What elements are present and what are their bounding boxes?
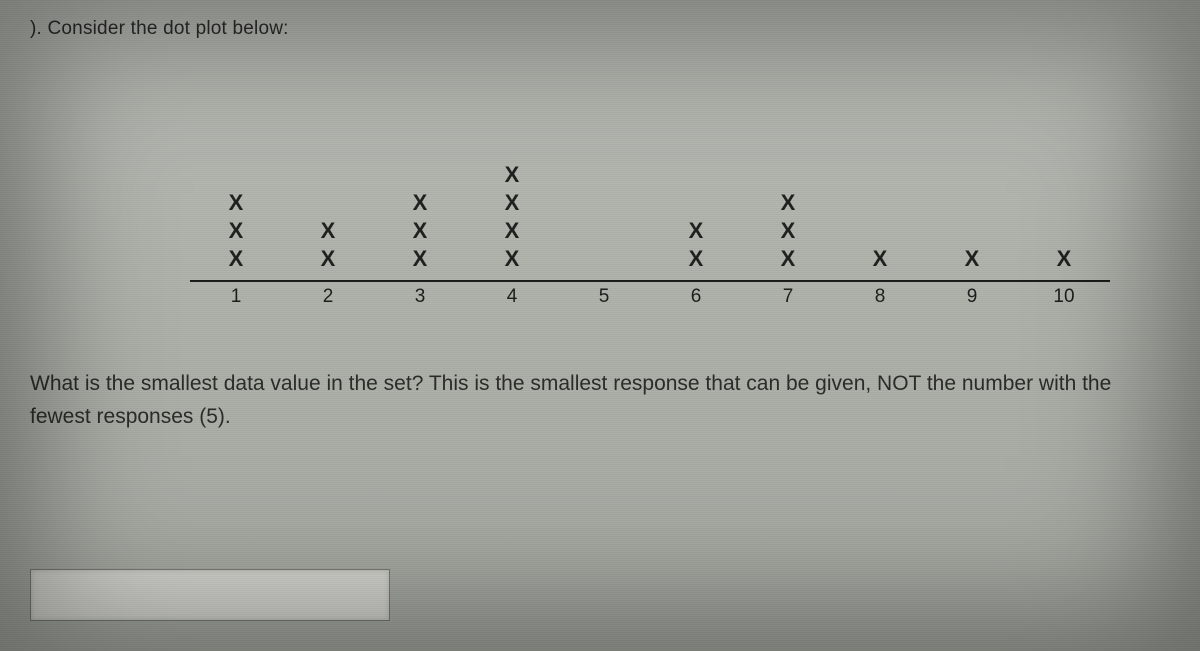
dot-plot-column: XX [650, 220, 742, 270]
dot-plot-column: XX [282, 220, 374, 270]
axis-tick-label: 3 [374, 286, 466, 308]
dot-mark: X [781, 220, 796, 242]
dot-mark: X [1057, 248, 1072, 270]
dot-plot-column: X [834, 248, 926, 270]
dot-plot-ticks: 12345678910 [190, 286, 1110, 308]
dot-plot-column: XXXX [466, 164, 558, 270]
dot-mark: X [781, 248, 796, 270]
axis-tick-label: 4 [466, 286, 558, 308]
dot-mark: X [321, 248, 336, 270]
dot-mark: X [229, 220, 244, 242]
dot-plot-column: XXX [190, 192, 282, 270]
axis-tick-label: 9 [926, 286, 1018, 308]
dot-mark: X [965, 248, 980, 270]
dot-mark: X [505, 192, 520, 214]
axis-tick-label: 8 [834, 286, 926, 308]
dot-mark: X [413, 220, 428, 242]
axis-tick-label: 1 [190, 286, 282, 308]
dot-plot-column: X [926, 248, 1018, 270]
dot-mark: X [505, 220, 520, 242]
dot-mark: X [413, 248, 428, 270]
dot-mark: X [781, 192, 796, 214]
prompt-text: ). Consider the dot plot below: [30, 18, 1170, 40]
dot-plot-column: XXX [742, 192, 834, 270]
dot-plot-column: XXX [374, 192, 466, 270]
dot-plot-axis [190, 280, 1110, 282]
dot-mark: X [229, 192, 244, 214]
question-text: What is the smallest data value in the s… [30, 368, 1160, 433]
dot-mark: X [229, 248, 244, 270]
dot-mark: X [321, 220, 336, 242]
dot-mark: X [505, 248, 520, 270]
dot-mark: X [689, 220, 704, 242]
axis-tick-label: 2 [282, 286, 374, 308]
dot-plot-column: X [1018, 248, 1110, 270]
dot-mark: X [873, 248, 888, 270]
axis-tick-label: 6 [650, 286, 742, 308]
dot-mark: X [413, 192, 428, 214]
axis-tick-label: 5 [558, 286, 650, 308]
dot-plot: XXXXXXXXXXXXXXXXXXXX 12345678910 [190, 100, 1110, 308]
axis-tick-label: 10 [1018, 286, 1110, 308]
answer-input[interactable] [30, 569, 390, 621]
dot-mark: X [689, 248, 704, 270]
dot-mark: X [505, 164, 520, 186]
dot-plot-columns: XXXXXXXXXXXXXXXXXXXX [190, 100, 1110, 270]
question-page: ). Consider the dot plot below: XXXXXXXX… [0, 0, 1200, 651]
axis-tick-label: 7 [742, 286, 834, 308]
